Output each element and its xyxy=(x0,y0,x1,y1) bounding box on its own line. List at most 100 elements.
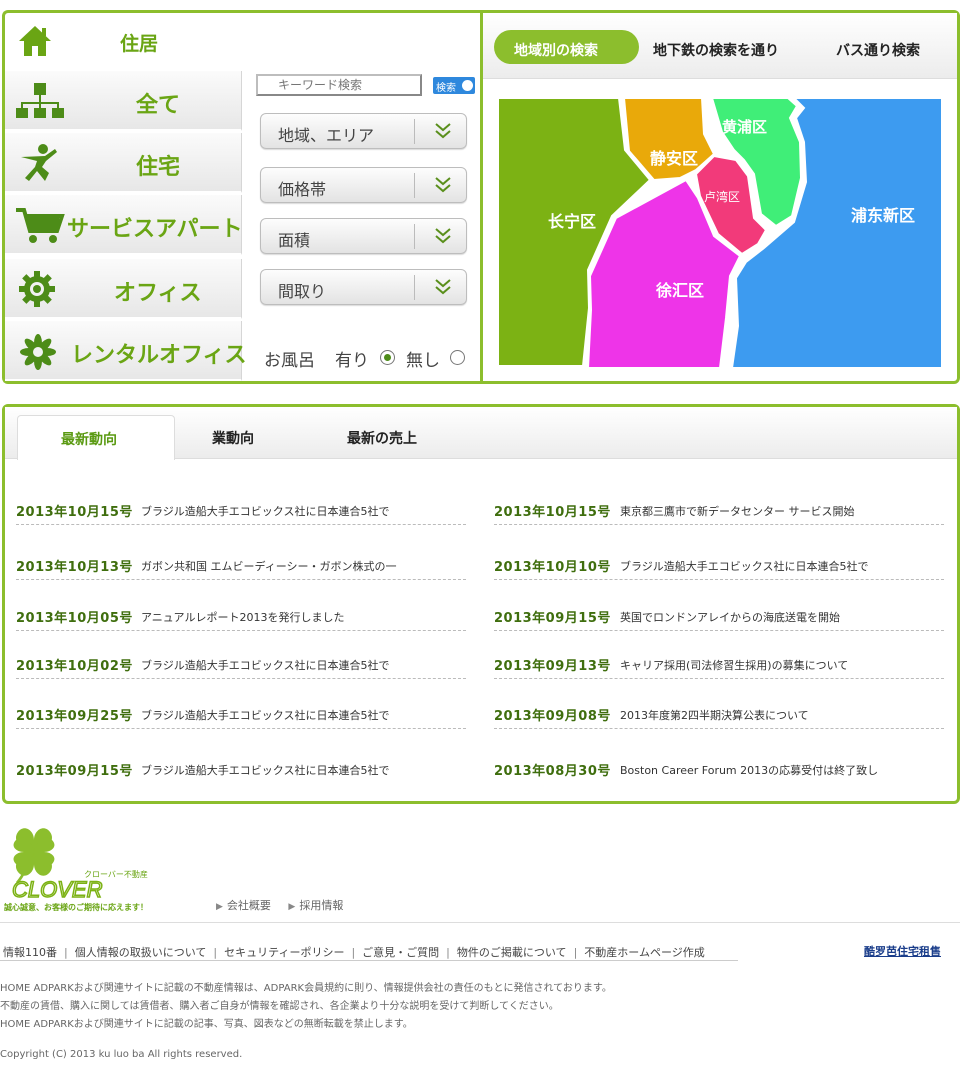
chevron-down-icon xyxy=(435,279,451,295)
category-header: 住居 xyxy=(5,13,242,71)
district-changning-label: 长宁区 xyxy=(548,212,596,231)
district-pudong-label: 浦东新区 xyxy=(851,206,915,225)
arrow-right-icon: ▶ xyxy=(216,902,223,912)
footer-link-security[interactable]: セキュリティーポリシー xyxy=(224,946,344,959)
tab-industry-trends[interactable]: 業動向 xyxy=(212,415,272,459)
footer-link-info110[interactable]: 情報110番 xyxy=(3,946,57,959)
news-title: ブラジル造船大手エコビックス社に日本連合5社で xyxy=(620,560,869,573)
flower-icon xyxy=(20,334,56,370)
news-item[interactable]: 2013年10月15号 東京都三鷹市で新データセンター サービス開始 xyxy=(494,499,944,525)
tab-by-region-label: 地域別の検索 xyxy=(514,43,598,59)
disclaimer-line: HOME ADPARKおよび関連サイトに記載の記事、写真、図表などの無断転載を禁… xyxy=(0,1019,413,1030)
link-separator: | xyxy=(446,946,450,959)
keyword-search-input[interactable] xyxy=(256,74,422,96)
dropdown-divider xyxy=(414,119,415,144)
category-rental-office-label: レンタルオフィス xyxy=(71,343,247,368)
tab-latest-trends-label: 最新動向 xyxy=(61,432,117,448)
bath-yes-radio[interactable] xyxy=(380,350,395,365)
news-item[interactable]: 2013年09月15号 ブラジル造船大手エコビックス社に日本連合5社で xyxy=(16,758,466,784)
news-item[interactable]: 2013年10月15号 ブラジル造船大手エコビックス社に日本連合5社で xyxy=(16,499,466,525)
news-date: 2013年10月02号 xyxy=(16,659,133,674)
tab-by-region[interactable]: 地域別の検索 xyxy=(494,30,639,64)
category-serviced-apartment-label: サービスアパート xyxy=(67,217,243,242)
company-overview-link[interactable]: 会社概要 xyxy=(227,899,271,912)
property-search-panel: 住居 全て 住宅 サービスアパート オフィス レンタルオフィス キーワード検索 … xyxy=(2,10,482,384)
link-separator: | xyxy=(573,946,578,959)
news-item[interactable]: 2013年09月25号 ブラジル造船大手エコビックス社に日本連合5社で xyxy=(16,703,466,729)
bath-yes-label: 有り xyxy=(335,351,369,371)
news-title: ブラジル造船大手エコビックス社に日本連合5社で xyxy=(141,505,390,518)
area-dropdown-value: 地域、エリア xyxy=(278,126,375,145)
bath-no-label: 無し xyxy=(406,351,440,371)
link-separator: | xyxy=(64,946,68,959)
disclaimer-line: HOME ADPARKおよび関連サイトに記載の不動産情報は、ADPARK会員規約… xyxy=(0,983,612,994)
company-links: ▶ 会社概要 ▶ 採用情報 xyxy=(216,897,357,913)
news-date: 2013年09月13号 xyxy=(494,659,611,674)
news-item[interactable]: 2013年10月13号 ガボン共和国 エムビーディーシー・ガボン株式の一 xyxy=(16,554,466,580)
category-office-label: オフィス xyxy=(114,281,202,306)
recruitment-link[interactable]: 採用情報 xyxy=(299,899,343,912)
news-date: 2013年09月25号 xyxy=(16,709,133,724)
news-date: 2013年09月15号 xyxy=(16,764,133,779)
category-rental-office-button[interactable]: レンタルオフィス xyxy=(5,321,247,381)
tab-by-subway[interactable]: 地下鉄の検索を通り xyxy=(653,30,793,64)
chevron-down-icon xyxy=(435,123,451,139)
arrow-right-icon: ▶ xyxy=(288,902,296,912)
district-xuhui-label: 徐汇区 xyxy=(655,281,704,300)
area-dropdown[interactable]: 地域、エリア xyxy=(260,113,467,149)
footer-link-privacy[interactable]: 個人情報の取扱いについて xyxy=(75,946,207,959)
news-title: ブラジル造船大手エコビックス社に日本連合5社で xyxy=(141,764,390,777)
person-icon xyxy=(21,144,57,181)
news-tabs: 最新動向 業動向 最新の売上 xyxy=(5,407,957,460)
bath-no-radio[interactable] xyxy=(450,350,465,365)
news-title: 東京都三鷹市で新データセンター サービス開始 xyxy=(620,505,855,518)
price-dropdown-value: 価格帯 xyxy=(278,180,327,199)
bath-filter: お風呂 有り 無し xyxy=(264,346,474,371)
news-item[interactable]: 2013年10月10号 ブラジル造船大手エコビックス社に日本連合5社で xyxy=(494,554,944,580)
news-title: ブラジル造船大手エコビックス社に日本連合5社で xyxy=(141,659,390,672)
news-item[interactable]: 2013年10月05号 アニュアルレポート2013を発行しました xyxy=(16,605,466,631)
category-office-button[interactable]: オフィス xyxy=(5,259,242,319)
district-map-panel: 地域別の検索 地下鉄の検索を通り バス通り検索 长宁区 静安区 黄浦区 卢湾区 … xyxy=(480,10,960,384)
link-separator: | xyxy=(213,946,218,959)
category-housing-button[interactable]: 住宅 xyxy=(5,133,242,193)
news-title: Boston Career Forum 2013の応募受付は終了致し xyxy=(620,764,879,777)
tab-latest-sales[interactable]: 最新の売上 xyxy=(347,415,437,459)
news-date: 2013年10月05号 xyxy=(16,611,133,626)
chevron-down-icon xyxy=(435,228,451,244)
sitemap-icon xyxy=(16,83,64,118)
footer-link-listing[interactable]: 物件のご掲載について xyxy=(457,946,567,959)
news-item[interactable]: 2013年08月30号 Boston Career Forum 2013の応募受… xyxy=(494,758,944,784)
clover-logo[interactable]: クローバー不動産 CLOVER 誠心誠意、お客様のご期待に応えます！ xyxy=(4,822,174,914)
news-item[interactable]: 2013年09月08号 2013年度第2四半期決算公表について xyxy=(494,703,944,729)
news-item[interactable]: 2013年09月15号 英国でロンドンアレイからの海底送電を開始 xyxy=(494,605,944,631)
dropdown-divider xyxy=(414,275,415,300)
tab-by-subway-label: 地下鉄の検索を通り xyxy=(653,43,779,59)
footer-link-homepage[interactable]: 不動産ホームページ作成 xyxy=(584,946,704,959)
district-luwan-label: 卢湾区 xyxy=(704,189,740,204)
keyword-search-button[interactable]: 検索 xyxy=(433,77,475,94)
category-serviced-apartment-button[interactable]: サービスアパート xyxy=(5,195,243,255)
news-date: 2013年10月13号 xyxy=(16,560,133,575)
disclaimer-line: 不動産の賃借、購入に関しては賃借者、購入者ご自身が情報を確認され、各企業より十分… xyxy=(0,1001,559,1012)
price-dropdown[interactable]: 価格帯 xyxy=(260,167,467,203)
tab-latest-trends[interactable]: 最新動向 xyxy=(17,415,175,460)
news-title: ガボン共和国 エムビーディーシー・ガボン株式の一 xyxy=(141,560,397,573)
news-date: 2013年09月08号 xyxy=(494,709,611,724)
category-all-button[interactable]: 全て xyxy=(5,71,242,131)
tab-by-bus[interactable]: バス通り検索 xyxy=(836,30,931,64)
footer-link-feedback[interactable]: ご意見・ご質問 xyxy=(362,946,439,959)
layout-dropdown[interactable]: 間取り xyxy=(260,269,467,305)
gear-icon xyxy=(19,271,55,307)
news-item[interactable]: 2013年09月13号 キャリア採用(司法修習生採用)の募集について xyxy=(494,653,944,679)
area-size-dropdown[interactable]: 面積 xyxy=(260,218,467,254)
news-item[interactable]: 2013年10月02号 ブラジル造船大手エコビックス社に日本連合5社で xyxy=(16,653,466,679)
news-title: ブラジル造船大手エコビックス社に日本連合5社で xyxy=(141,709,390,722)
tab-by-bus-label: バス通り検索 xyxy=(836,43,920,59)
news-date: 2013年08月30号 xyxy=(494,764,611,779)
district-map: 长宁区 静安区 黄浦区 卢湾区 徐汇区 浦东新区 xyxy=(497,97,943,369)
dropdown-divider xyxy=(414,224,415,249)
rental-site-link[interactable]: 酷罗芭住宅租售 xyxy=(864,943,941,959)
footer-nav: 情報110番 | 個人情報の取扱いについて | セキュリティーポリシー | ご意見・ご質問 |… xyxy=(3,944,705,960)
news-date: 2013年10月15号 xyxy=(494,505,611,520)
